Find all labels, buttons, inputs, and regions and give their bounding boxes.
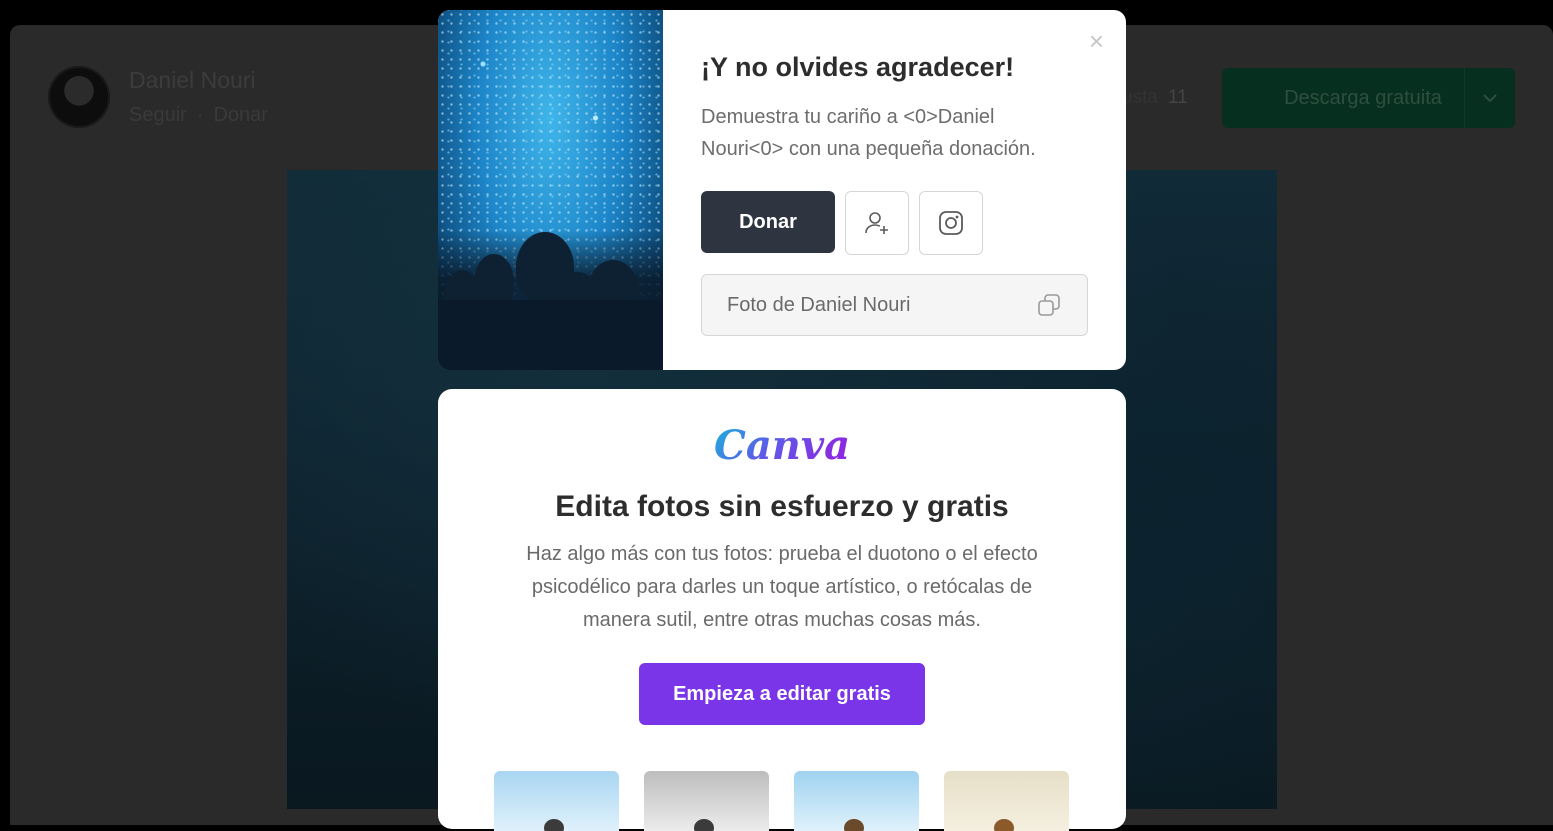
photo-credit-text: Foto de Daniel Nouri	[727, 293, 911, 316]
instagram-icon	[939, 211, 963, 235]
user-plus-icon	[865, 212, 888, 234]
author-actions: Seguir · Donar	[129, 104, 268, 127]
thanks-actions: Donar	[701, 191, 1088, 255]
canva-promo: Canva Edita fotos sin esfuerzo y gratis …	[438, 389, 1126, 831]
download-label: Descarga gratuita	[1284, 86, 1442, 109]
follow-link[interactable]: Seguir	[129, 104, 187, 127]
donate-button[interactable]: Donar	[701, 191, 835, 253]
canva-title: Edita fotos sin esfuerzo y gratis	[555, 490, 1009, 523]
like-count: 11	[1167, 87, 1188, 108]
copy-icon[interactable]	[1037, 293, 1061, 317]
like-label: usta	[1122, 87, 1158, 108]
edit-thumbnails	[494, 771, 1069, 831]
thanks-content: × ¡Y no olvides agradecer! Demuestra tu …	[663, 10, 1126, 370]
follow-button[interactable]	[845, 191, 909, 255]
start-editing-button[interactable]: Empieza a editar gratis	[639, 663, 925, 725]
thumbnail-warm[interactable]	[944, 771, 1069, 831]
canva-description: Haz algo más con tus fotos: prueba el du…	[526, 543, 1038, 631]
thanks-body: Demuestra tu cariño a <0>Daniel Nouri<0>…	[701, 106, 1036, 160]
author-name[interactable]: Daniel Nouri	[129, 67, 268, 94]
author-info: Daniel Nouri Seguir · Donar	[129, 67, 268, 127]
author-avatar[interactable]	[48, 66, 110, 128]
thumbnail-grayscale[interactable]	[644, 771, 769, 831]
instagram-button[interactable]	[919, 191, 983, 255]
thanks-title: ¡Y no olvides agradecer!	[701, 52, 1015, 82]
svg-text:Canva: Canva	[714, 422, 850, 469]
separator: ·	[196, 104, 204, 126]
canva-logo[interactable]: Canva	[712, 419, 852, 469]
concert-photo	[438, 10, 663, 370]
thumbnail-color[interactable]	[794, 771, 919, 831]
chevron-down-icon[interactable]	[1464, 68, 1515, 128]
donate-link[interactable]: Donar	[213, 104, 267, 127]
thanks-modal: × ¡Y no olvides agradecer! Demuestra tu …	[438, 10, 1126, 370]
photo-credit-field[interactable]: Foto de Daniel Nouri	[701, 274, 1088, 336]
thumbnail-color[interactable]	[494, 771, 619, 831]
download-button[interactable]: Descarga gratuita	[1222, 68, 1515, 128]
author-block: Daniel Nouri Seguir · Donar	[48, 66, 268, 128]
close-icon[interactable]: ×	[1089, 28, 1104, 54]
